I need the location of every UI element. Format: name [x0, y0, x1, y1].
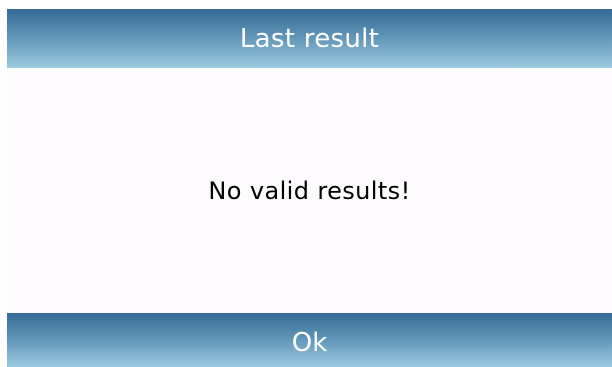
last-result-dialog: Last result No valid results! Ok [7, 9, 612, 367]
dialog-title: Last result [7, 9, 612, 68]
result-message: No valid results! [208, 176, 411, 205]
dialog-content: No valid results! [7, 68, 612, 313]
ok-button[interactable]: Ok [7, 313, 612, 367]
